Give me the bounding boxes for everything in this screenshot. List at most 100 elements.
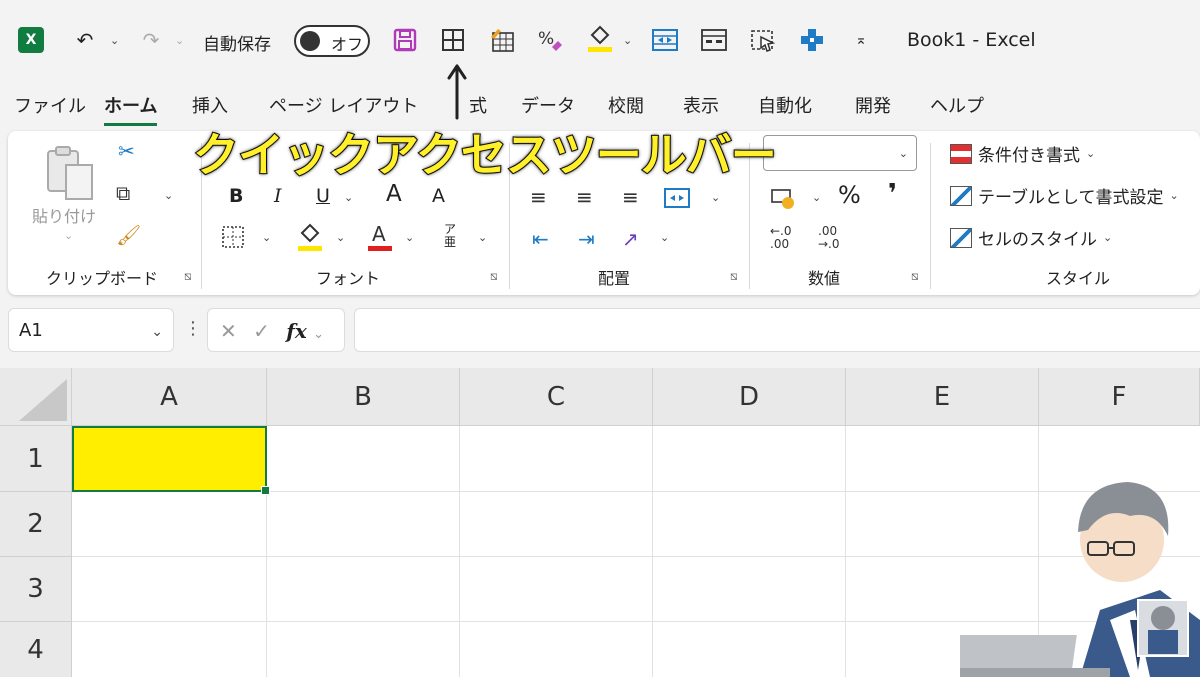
redo-icon[interactable]: ↷ (136, 25, 166, 55)
bold-button[interactable]: B (229, 185, 243, 207)
select-all-corner[interactable] (0, 368, 72, 426)
borders-icon[interactable] (438, 25, 468, 55)
borders-dropdown[interactable]: ⌄ (262, 231, 271, 244)
percent-style-button[interactable]: % (838, 181, 861, 209)
conditional-formatting-button[interactable]: 条件付き書式 ⌄ (950, 141, 1095, 166)
decrease-indent-icon[interactable]: ⇤ (532, 227, 549, 251)
align-right-icon[interactable]: ≡ (622, 185, 639, 209)
tab-insert[interactable]: 挿入 (192, 92, 228, 118)
tab-data[interactable]: データ (521, 92, 575, 118)
cancel-entry-icon[interactable]: ✕ (220, 319, 237, 343)
number-format-dropdown[interactable]: ⌄ (763, 135, 917, 171)
tab-file[interactable]: ファイル (14, 92, 86, 118)
format-cells-icon[interactable] (699, 25, 729, 55)
comma-style-button[interactable]: ❜ (888, 179, 897, 209)
undo-dropdown-caret[interactable]: ⌄ (110, 34, 119, 47)
tab-home[interactable]: ホーム (104, 92, 158, 126)
name-box-value: A1 (19, 320, 43, 341)
accounting-dropdown[interactable]: ⌄ (812, 191, 821, 204)
chevron-down-icon: ⌄ (1169, 189, 1179, 202)
chevron-down-icon[interactable]: ⌄ (313, 327, 324, 342)
clipboard-launcher-icon[interactable]: ⧅ (184, 269, 192, 284)
table-icon[interactable] (487, 25, 517, 55)
orientation-icon[interactable]: ↗ (622, 227, 639, 251)
merge-dropdown[interactable]: ⌄ (711, 191, 720, 204)
save-icon[interactable] (390, 25, 420, 55)
name-box[interactable]: A1 ⌄ (8, 308, 174, 352)
svg-text:%: % (538, 29, 554, 49)
insert-function-button[interactable]: fx (286, 319, 307, 343)
borders-icon[interactable] (221, 225, 245, 249)
column-header-b[interactable]: B (267, 368, 460, 426)
undo-icon[interactable]: ↶ (70, 25, 100, 55)
orientation-dropdown[interactable]: ⌄ (660, 231, 669, 244)
align-center-icon[interactable]: ≡ (576, 185, 593, 209)
formula-input[interactable] (354, 308, 1200, 352)
column-header-d[interactable]: D (653, 368, 846, 426)
row-header-3[interactable]: 3 (0, 557, 72, 622)
row-header-1[interactable]: 1 (0, 426, 72, 492)
decrease-decimal-button[interactable]: .00 →.0 (818, 225, 848, 251)
row-header-4[interactable]: 4 (0, 622, 72, 677)
align-left-icon[interactable]: ≡ (530, 185, 547, 209)
column-header-c[interactable]: C (460, 368, 653, 426)
italic-button[interactable]: I (274, 185, 282, 207)
tab-help[interactable]: ヘルプ (930, 92, 984, 118)
ribbon-home-panel: 貼り付け ⌄ ✂ ⧉ ⌄ 🖌 クリップボード ⧅ B I U ⌄ A A ⌄ ⌄… (8, 127, 1200, 295)
alignment-launcher-icon[interactable]: ⧅ (730, 269, 738, 284)
tab-formulas[interactable]: 式 (469, 92, 487, 118)
copy-icon[interactable]: ⧉ (116, 181, 130, 205)
tab-developer[interactable]: 開発 (855, 92, 891, 118)
excel-logo-icon[interactable]: X (18, 27, 44, 53)
cell-styles-icon (950, 227, 972, 248)
underline-button[interactable]: U (316, 185, 330, 207)
font-color-dropdown[interactable]: ⌄ (405, 231, 414, 244)
accounting-format-icon[interactable] (770, 187, 796, 211)
row-header-2[interactable]: 2 (0, 492, 72, 557)
fill-color-dropdown[interactable]: ⌄ (623, 34, 632, 47)
callout-arrow-icon (447, 64, 467, 120)
font-launcher-icon[interactable]: ⧅ (490, 269, 498, 284)
shrink-font-button[interactable]: A (432, 185, 445, 207)
copy-dropdown[interactable]: ⌄ (164, 189, 173, 202)
format-painter-icon[interactable]: 🖌 (116, 223, 141, 247)
more-options-icon[interactable]: ⋮ (184, 318, 202, 339)
group-label-number: 数値 (808, 269, 841, 288)
cell-a1-selected[interactable] (72, 426, 270, 495)
cell-styles-button[interactable]: セルのスタイル ⌄ (950, 225, 1112, 250)
redo-dropdown-caret[interactable]: ⌄ (175, 34, 184, 47)
fill-color-icon[interactable] (296, 221, 324, 253)
increase-indent-icon[interactable]: ⇥ (578, 227, 595, 251)
column-header-f[interactable]: F (1039, 368, 1200, 426)
paste-label[interactable]: 貼り付け (32, 203, 96, 227)
paste-dropdown[interactable]: ⌄ (64, 229, 73, 242)
fill-color-icon[interactable] (585, 23, 615, 53)
fill-color-dropdown[interactable]: ⌄ (336, 231, 345, 244)
cell-styles-label: セルのスタイル (978, 230, 1097, 250)
merge-center-icon[interactable] (663, 187, 691, 209)
autosave-toggle[interactable]: オフ (294, 25, 370, 57)
drag-cross-icon[interactable] (797, 25, 827, 55)
tab-page-layout[interactable]: ページ レイアウト (269, 92, 418, 118)
underline-dropdown[interactable]: ⌄ (344, 191, 353, 204)
tab-view[interactable]: 表示 (683, 92, 719, 118)
format-as-table-button[interactable]: テーブルとして書式設定 ⌄ (950, 183, 1179, 208)
cut-icon[interactable]: ✂ (118, 139, 135, 163)
phonetic-guide-button[interactable]: ア亜 (444, 223, 460, 249)
column-header-a[interactable]: A (72, 368, 267, 426)
customize-qat-icon[interactable]: ⌅ (846, 25, 876, 55)
column-header-e[interactable]: E (846, 368, 1039, 426)
group-label-styles: スタイル (1046, 269, 1111, 288)
paste-icon[interactable] (42, 143, 98, 203)
tab-automate[interactable]: 自動化 (758, 92, 812, 118)
confirm-entry-icon[interactable]: ✓ (253, 319, 270, 343)
increase-decimal-button[interactable]: ←.0 .00 (770, 225, 800, 251)
autosave-label: 自動保存 (203, 35, 271, 55)
percent-icon[interactable]: % (535, 25, 565, 55)
font-color-icon[interactable]: A (366, 221, 394, 253)
number-launcher-icon[interactable]: ⧅ (911, 269, 919, 284)
merge-center-icon[interactable] (650, 25, 680, 55)
phonetic-dropdown[interactable]: ⌄ (478, 231, 487, 244)
screenshot-icon[interactable] (748, 25, 778, 55)
tab-review[interactable]: 校閲 (608, 92, 644, 118)
